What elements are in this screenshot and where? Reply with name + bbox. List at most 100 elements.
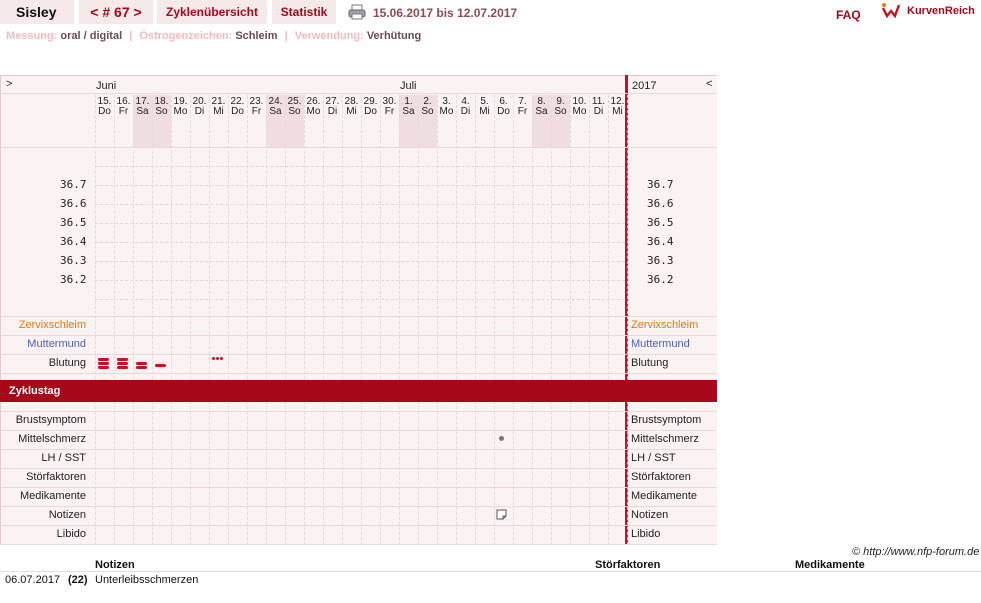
- grid-vline: [304, 95, 305, 545]
- observation-row-label: Störfaktoren: [26, 471, 86, 483]
- observation-row-label-right: Notizen: [631, 509, 669, 521]
- grid-vline: [437, 95, 438, 545]
- grid-vline: [133, 95, 134, 545]
- grid-vline: [399, 95, 400, 545]
- observation-row-label: Libido: [56, 528, 86, 540]
- use-value: Verhütung: [366, 30, 422, 42]
- cycle-navigation-button[interactable]: < # 67 >: [79, 0, 153, 24]
- grid-vline: [608, 95, 609, 545]
- grid-vline: [266, 95, 267, 545]
- separator: |: [284, 30, 288, 42]
- row-line: [0, 506, 717, 507]
- grid-vline: [285, 95, 286, 545]
- day-weekday: Mi: [346, 106, 357, 117]
- grid-vline: [342, 95, 343, 545]
- temp-axis-label: 36.7: [60, 178, 87, 191]
- bleeding-mark: [98, 362, 109, 365]
- day-weekday: Mi: [213, 106, 224, 117]
- day-weekday: Do: [231, 106, 244, 117]
- print-icon[interactable]: [348, 4, 366, 20]
- day-weekday: Fr: [384, 106, 395, 117]
- grid-vline: [570, 95, 571, 545]
- temp-axis-label-right: 36.6: [647, 197, 674, 210]
- month-label-july: Juli: [400, 80, 417, 92]
- row-line: [0, 430, 717, 431]
- bleeding-mark: [155, 364, 166, 367]
- temp-axis-label-right: 36.5: [647, 216, 674, 229]
- temp-gridline: [95, 185, 625, 186]
- divider: [0, 571, 981, 572]
- measure-label: Messung:: [6, 30, 58, 42]
- grid-vline: [513, 95, 514, 545]
- cycle-chart: [0, 75, 717, 545]
- day-weekday: So: [288, 106, 301, 117]
- temp-gridline: [95, 204, 625, 205]
- user-name: Sisley: [0, 0, 74, 24]
- day-weekday: So: [155, 106, 168, 117]
- day-weekday: Sa: [535, 106, 548, 117]
- logo-text[interactable]: KurvenReich: [907, 5, 975, 17]
- grid-vline: [475, 95, 476, 545]
- scroll-next-button[interactable]: <: [706, 78, 712, 90]
- cycle-day-bar: [0, 380, 628, 402]
- observation-row-label: Medikamente: [19, 490, 86, 502]
- top-bar: Sisley < # 67 > Zyklenübersicht Statisti…: [0, 0, 981, 26]
- mittelschmerz-marker[interactable]: [499, 436, 504, 441]
- tab-statistics[interactable]: Statistik: [272, 0, 336, 24]
- grid-vline: [114, 95, 115, 545]
- grid-vline: [190, 95, 191, 545]
- kurvenreich-logo-icon[interactable]: [881, 2, 901, 20]
- observation-row-label-right: Medikamente: [631, 490, 698, 502]
- row-line: [0, 487, 717, 488]
- grid-vline: [152, 95, 153, 545]
- date-range: 15.06.2017 bis 12.07.2017: [373, 6, 518, 20]
- grid-vline: [209, 95, 210, 545]
- day-weekday: Fr: [118, 106, 129, 117]
- cycle-day-label: Zyklustag: [9, 385, 61, 397]
- day-weekday: Mi: [479, 106, 490, 117]
- spotting-mark: [216, 357, 219, 360]
- use-label: Verwendung:: [294, 30, 364, 42]
- bleeding-mark: [117, 362, 128, 365]
- temp-gridline: [95, 299, 625, 300]
- bleeding-mark: [136, 366, 147, 369]
- row-line: [0, 411, 717, 412]
- bleeding-row-label-right: Blutung: [631, 357, 669, 369]
- scroll-prev-button[interactable]: >: [6, 78, 12, 90]
- bleeding-mark: [136, 362, 147, 365]
- grid-vline: [551, 95, 552, 545]
- settings-line: Messung: oral / digital | Östrogenzeiche…: [6, 30, 421, 42]
- note-date: 06.07.2017: [5, 574, 61, 586]
- day-weekday: So: [421, 106, 434, 117]
- cycle-day-bar-right: [628, 380, 717, 402]
- day-weekday: Sa: [402, 106, 415, 117]
- grid-vline: [247, 95, 248, 545]
- observation-row-label: Brustsymptom: [15, 414, 86, 426]
- faq-link[interactable]: FAQ: [836, 8, 861, 22]
- grid-vline: [418, 95, 419, 545]
- temp-axis-label: 36.3: [60, 254, 87, 267]
- day-weekday: Mo: [306, 106, 321, 117]
- month-label-june: Juni: [96, 80, 117, 92]
- spotting-mark: [220, 357, 223, 360]
- observation-row-label-right: Mittelschmerz: [631, 433, 699, 445]
- temp-gridline: [95, 261, 625, 262]
- temp-axis-label-right: 36.7: [647, 178, 674, 191]
- medikamente-column-header: Medikamente: [795, 559, 865, 571]
- cervix-row-label-right: Zervixschleim: [631, 319, 699, 331]
- note-icon[interactable]: [496, 509, 507, 520]
- temp-gridline: [95, 280, 625, 281]
- observation-row-label-right: Libido: [631, 528, 661, 540]
- estrogen-label: Östrogenzeichen:: [139, 30, 233, 42]
- estrogen-value: Schleim: [235, 30, 278, 42]
- observation-row-label-right: Störfaktoren: [631, 471, 691, 483]
- grid-vline: [494, 95, 495, 545]
- grid-vline: [532, 95, 533, 545]
- observation-row-label-right: Brustsymptom: [631, 414, 702, 426]
- observation-row-label: Notizen: [48, 509, 86, 521]
- tab-cycle-overview[interactable]: Zyklenübersicht: [157, 0, 267, 24]
- year-label: 2017: [632, 80, 657, 92]
- temp-gridline: [95, 223, 625, 224]
- row-line: [0, 525, 717, 526]
- bleeding-mark: [117, 358, 128, 361]
